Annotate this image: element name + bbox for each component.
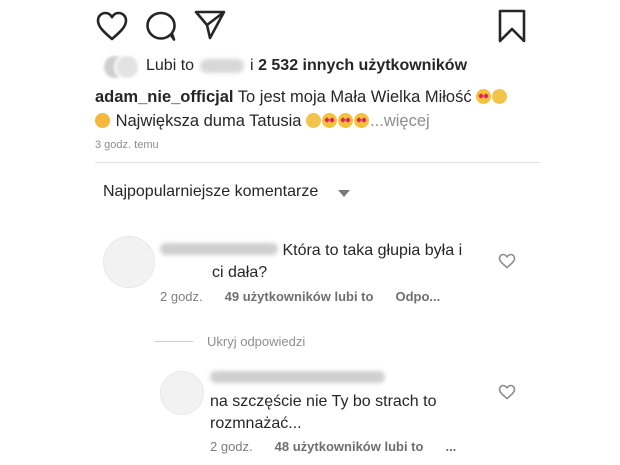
hugging-emoji-icon bbox=[306, 113, 322, 128]
heart-eyes-emoji-icon bbox=[476, 89, 492, 104]
kissing-emoji-icon bbox=[95, 113, 110, 128]
reply-username[interactable] bbox=[210, 370, 385, 388]
hide-replies-toggle[interactable]: Ukryj odpowiedzi bbox=[155, 334, 305, 349]
comment-line-1: Która to taka głupia była i bbox=[282, 242, 463, 259]
comment-meta: 2 godz. 49 użytkowników lubi to Odpo... bbox=[160, 289, 440, 304]
reply-like-button[interactable] bbox=[498, 384, 516, 405]
comment-likes[interactable]: 49 użytkowników lubi to bbox=[225, 289, 374, 304]
reply-likes[interactable]: 48 użytkowników lubi to bbox=[275, 439, 424, 454]
comment-icon bbox=[146, 11, 176, 41]
likes-summary[interactable]: Lubi to i 2 532 innych użytkowników bbox=[102, 52, 467, 80]
likes-connector: i bbox=[250, 57, 254, 74]
reply-reply-button[interactable]: ... bbox=[445, 439, 456, 454]
heart-icon bbox=[96, 11, 128, 41]
caret-down-icon bbox=[338, 189, 351, 197]
heart-eyes-emoji-icon bbox=[322, 113, 338, 128]
send-icon bbox=[194, 10, 226, 40]
caption-text-2: Największa duma Tatusia bbox=[115, 112, 302, 130]
save-button[interactable] bbox=[497, 8, 527, 44]
blurred-username bbox=[160, 243, 278, 255]
bookmark-icon bbox=[498, 9, 526, 43]
share-button[interactable] bbox=[193, 8, 227, 42]
likes-prefix: Lubi to bbox=[146, 57, 195, 74]
commenter-avatar[interactable] bbox=[103, 236, 155, 288]
reply-time: 2 godz. bbox=[210, 439, 253, 454]
divider bbox=[155, 341, 193, 342]
comment-line-2: ci dała? bbox=[212, 264, 268, 281]
heart-eyes-emoji-icon bbox=[354, 113, 370, 128]
heart-icon bbox=[498, 384, 516, 400]
divider bbox=[95, 162, 540, 163]
blurred-username bbox=[200, 59, 245, 73]
likes-count-link[interactable]: 2 532 innych użytkowników bbox=[258, 57, 467, 75]
like-button[interactable] bbox=[95, 10, 129, 42]
more-link[interactable]: ...więcej bbox=[370, 112, 430, 130]
sort-label: Najpopularniejsze komentarze bbox=[103, 183, 319, 200]
comment-time: 2 godz. bbox=[160, 289, 203, 304]
comment-like-button[interactable] bbox=[498, 253, 516, 274]
smiling-face-hearts-emoji-icon bbox=[492, 89, 508, 104]
avatar bbox=[114, 54, 140, 80]
reply-avatar[interactable] bbox=[160, 371, 204, 415]
reply-meta: 2 godz. 48 użytkowników lubi to ... bbox=[210, 439, 456, 454]
hide-replies-label: Ukryj odpowiedzi bbox=[207, 334, 306, 349]
reply-button[interactable]: Odpo... bbox=[395, 289, 440, 304]
comment-text: Która to taka głupia była i bbox=[160, 239, 462, 263]
caption-username[interactable]: adam_nie_officjal bbox=[95, 88, 233, 106]
heart-eyes-emoji-icon bbox=[338, 113, 354, 128]
caption-text: To jest moja Mała Wielka Miłość bbox=[237, 88, 472, 106]
reply-line-1: na szczęście nie Ty bo strach to bbox=[210, 393, 437, 410]
liker-avatars bbox=[102, 54, 140, 80]
reply-line-2: rozmnażać... bbox=[210, 415, 302, 432]
comment-button[interactable] bbox=[144, 10, 178, 42]
heart-icon bbox=[498, 253, 516, 269]
post-timestamp: 3 godz. temu bbox=[95, 139, 159, 151]
blurred-username bbox=[210, 371, 385, 383]
comment-sort-dropdown[interactable]: Najpopularniejsze komentarze bbox=[103, 183, 351, 201]
post-caption: adam_nie_officjal To jest moja Mała Wiel… bbox=[95, 85, 545, 133]
